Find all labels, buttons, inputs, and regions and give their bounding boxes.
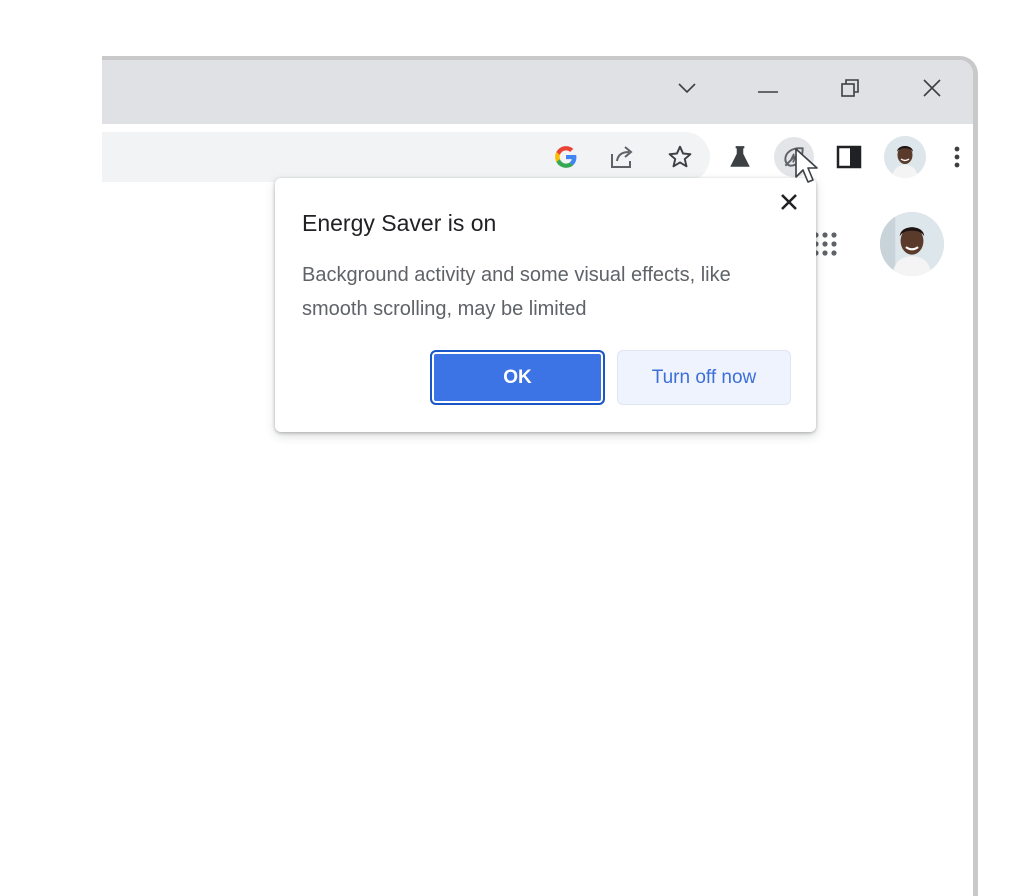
bookmark-button[interactable] (660, 137, 700, 177)
share-icon (608, 144, 636, 170)
dialog-close-button[interactable] (775, 190, 803, 218)
ok-button[interactable]: OK (430, 350, 605, 405)
more-menu-icon (954, 145, 960, 169)
tab-search-button[interactable] (667, 72, 707, 108)
more-menu-button[interactable] (942, 137, 972, 177)
bookmark-star-icon (667, 144, 693, 170)
share-button[interactable] (602, 137, 642, 177)
close-icon (922, 78, 942, 103)
restore-icon (840, 78, 860, 103)
google-lens-button[interactable] (546, 137, 586, 177)
google-g-icon (553, 144, 579, 170)
chevron-down-icon (677, 81, 697, 100)
energy-saver-dialog: Energy Saver is on Background activity a… (275, 178, 816, 432)
labs-button[interactable] (720, 137, 760, 177)
mouse-pointer-icon (794, 147, 820, 192)
dialog-title: Energy Saver is on (302, 210, 497, 236)
close-window-button[interactable] (912, 72, 952, 108)
labs-flask-icon (727, 144, 753, 170)
minimize-button[interactable] (748, 72, 788, 108)
profile-avatar[interactable] (884, 136, 926, 178)
minimize-icon (758, 81, 778, 99)
side-panel-button[interactable] (829, 137, 869, 177)
title-bar (102, 60, 973, 124)
turn-off-now-button[interactable]: Turn off now (617, 350, 791, 405)
account-avatar[interactable] (880, 212, 944, 276)
restore-button[interactable] (830, 72, 870, 108)
dialog-body: Background activity and some visual effe… (302, 264, 731, 320)
side-panel-icon (836, 145, 862, 169)
close-icon (780, 193, 798, 216)
